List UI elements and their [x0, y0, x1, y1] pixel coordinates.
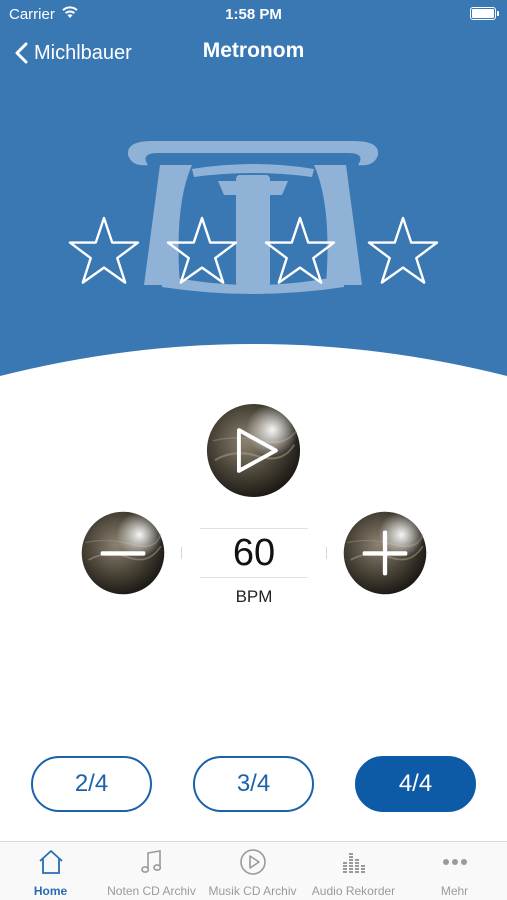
metronome-screen: Carrier 1:58 PM Michlbauer Metronom 60 B… — [0, 0, 507, 900]
battery-icon — [470, 7, 499, 20]
beat-star-icon — [264, 216, 336, 284]
tab-musik-cd-archiv-label: Musik CD Archiv — [208, 884, 297, 898]
navigation-bar: Michlbauer Metronom — [0, 28, 507, 78]
beat-stars — [68, 216, 439, 284]
play-button[interactable] — [205, 402, 302, 499]
tab-audio-rekorder[interactable]: Audio Rekorder — [303, 842, 404, 900]
status-time: 1:58 PM — [225, 6, 282, 23]
tab-musik-cd-archiv[interactable]: Musik CD Archiv — [202, 842, 303, 900]
decrease-bpm-button[interactable] — [80, 510, 166, 596]
header-wave — [0, 344, 507, 390]
page-title: Metronom — [202, 39, 305, 62]
beat-star-icon — [166, 216, 238, 284]
time-signature-3-4-button[interactable]: 3/4 — [193, 756, 314, 812]
tab-noten-cd-archiv[interactable]: Noten CD Archiv — [101, 842, 202, 900]
music-note-icon — [141, 850, 162, 873]
tab-mehr-label: Mehr — [440, 884, 469, 898]
bpm-value: 60 — [232, 532, 276, 574]
minus-icon — [100, 551, 146, 556]
tab-mehr[interactable]: Mehr — [404, 842, 505, 900]
tab-bar: Home Noten CD Archiv Musik CD Archiv Aud… — [0, 841, 507, 900]
equalizer-icon — [343, 853, 365, 873]
time-signature-4-4-button[interactable]: 4/4 — [355, 756, 476, 812]
tab-audio-rekorder-label: Audio Rekorder — [311, 884, 396, 898]
bpm-unit-label: BPM — [235, 587, 273, 606]
bpm-divider-right — [326, 547, 327, 559]
tab-noten-cd-archiv-label: Noten CD Archiv — [107, 884, 196, 898]
home-icon — [39, 850, 63, 874]
time-signature-2-4-button[interactable]: 2/4 — [31, 756, 152, 812]
status-bar: Carrier 1:58 PM — [0, 0, 507, 28]
bpm-divider-left — [181, 547, 182, 559]
tab-home-label: Home — [33, 884, 68, 898]
increase-bpm-button[interactable] — [342, 510, 428, 596]
beat-star-icon — [68, 216, 140, 284]
play-circle-icon — [240, 849, 266, 875]
tab-home[interactable]: Home — [0, 842, 101, 900]
more-icon — [443, 859, 467, 865]
beat-star-icon — [367, 216, 439, 284]
bpm-display: 60 — [200, 528, 308, 578]
